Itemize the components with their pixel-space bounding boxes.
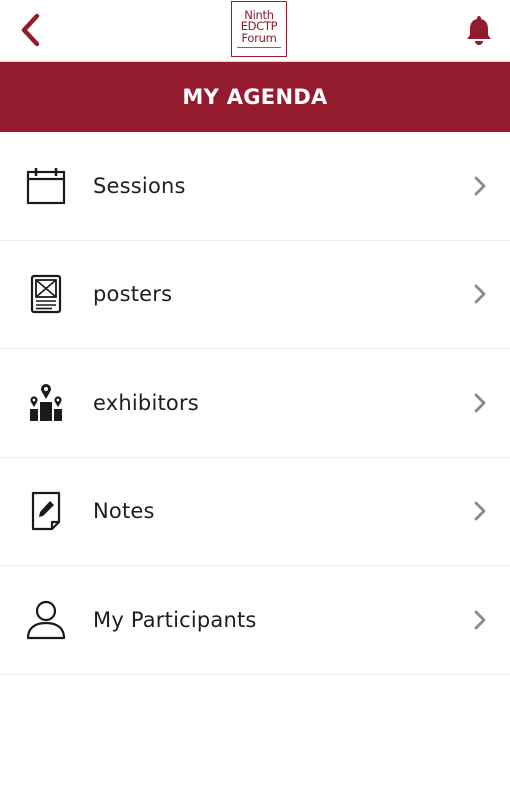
exhibitors-icon (24, 381, 68, 425)
chevron-right-icon (472, 175, 488, 197)
bell-icon (467, 16, 491, 45)
menu-item-sessions[interactable]: Sessions (0, 132, 510, 241)
logo-line-3: Forum (241, 30, 277, 45)
person-icon (24, 598, 68, 642)
calendar-icon (24, 164, 68, 208)
menu-item-label: Notes (93, 499, 155, 524)
chevron-right-icon (472, 283, 488, 305)
menu-item-label: My Participants (93, 607, 257, 632)
menu-item-label: exhibitors (93, 390, 199, 415)
menu-item-exhibitors[interactable]: exhibitors (0, 349, 510, 458)
menu-item-label: posters (93, 282, 173, 307)
chevron-right-icon (472, 500, 488, 522)
menu-item-my-participants[interactable]: My Participants (0, 566, 510, 675)
menu-item-notes[interactable]: Notes (0, 458, 510, 566)
chevron-right-icon (472, 609, 488, 631)
forum-logo: Ninth EDCTP Forum (231, 1, 287, 57)
top-bar: Ninth EDCTP Forum (0, 0, 510, 62)
poster-icon (24, 272, 68, 316)
notifications-button[interactable] (462, 12, 496, 48)
chevron-left-icon (21, 13, 40, 47)
notes-icon (24, 489, 68, 533)
menu-item-posters[interactable]: posters (0, 241, 510, 349)
page-title: MY AGENDA (182, 85, 328, 109)
chevron-right-icon (472, 392, 488, 414)
menu-item-label: Sessions (93, 173, 186, 198)
page-title-banner: MY AGENDA (0, 62, 510, 132)
back-button[interactable] (14, 10, 46, 50)
logo-underline (237, 47, 281, 49)
agenda-menu: Sessions posters exhibitors Notes My Par… (0, 132, 510, 675)
